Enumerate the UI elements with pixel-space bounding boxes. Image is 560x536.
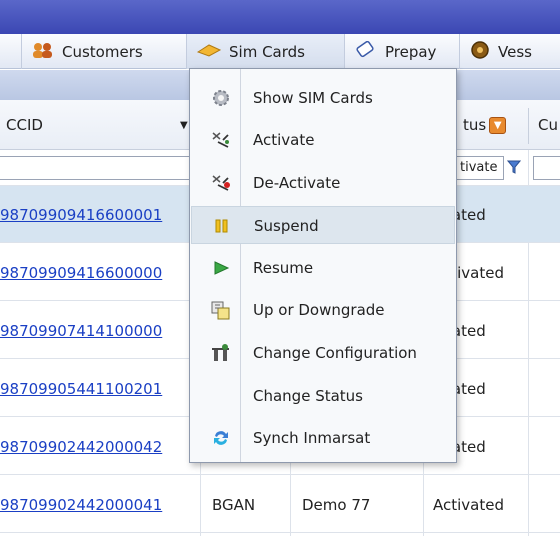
menu-item-up-or-downgrade[interactable]: Up or Downgrade bbox=[191, 291, 455, 329]
customer-filter-input[interactable] bbox=[533, 156, 560, 180]
menu-item-change-configuration[interactable]: Change Configuration bbox=[191, 334, 455, 372]
iccid-cell: 98709902442000042 bbox=[0, 418, 198, 475]
column-menu-icon[interactable]: ▼ bbox=[489, 116, 507, 134]
pause-icon bbox=[212, 216, 232, 236]
play-icon bbox=[211, 258, 231, 278]
iccid-link[interactable]: 98709902442000041 bbox=[0, 496, 162, 514]
iccid-link[interactable]: 98709905441100201 bbox=[0, 380, 162, 398]
status-filter-input[interactable]: tivate bbox=[456, 156, 504, 180]
nav-tab-sim-cards[interactable]: Sim Cards bbox=[187, 34, 345, 69]
sort-arrow-icon: ▼ bbox=[180, 119, 188, 131]
column-header-cu[interactable]: Cu bbox=[532, 100, 560, 150]
iccid-filter-input[interactable] bbox=[0, 156, 190, 180]
iccid-link[interactable]: 98709907414100000 bbox=[0, 322, 162, 340]
menu-item-synch-inmarsat[interactable]: Synch Inmarsat bbox=[191, 419, 455, 457]
nav-tab-vessels[interactable]: Vess bbox=[460, 34, 560, 69]
sim-cards-dropdown-menu: Show SIM Cards Activate De-Activate Susp… bbox=[189, 68, 457, 463]
main-navigation: Customers Sim Cards Prepay Vess bbox=[0, 34, 560, 69]
sync-icon bbox=[211, 428, 231, 448]
gear-icon bbox=[211, 88, 231, 108]
iccid-cell: 98709909416600000 bbox=[0, 244, 198, 301]
customers-icon bbox=[32, 42, 54, 62]
menu-item-de-activate[interactable]: De-Activate bbox=[191, 164, 455, 202]
iccid-cell: 98709907414100000 bbox=[0, 302, 198, 359]
column-header-status[interactable]: tus ▼ bbox=[457, 100, 527, 150]
prepay-icon bbox=[355, 40, 377, 63]
nav-tab-customers[interactable]: Customers bbox=[22, 34, 187, 69]
activate-icon bbox=[211, 130, 231, 150]
iccid-link[interactable]: 98709909416600001 bbox=[0, 206, 162, 224]
vessel-icon bbox=[470, 40, 490, 64]
menu-item-change-status[interactable]: Change Status bbox=[191, 377, 455, 415]
nav-tab-overflow[interactable] bbox=[0, 34, 22, 69]
filter-icon[interactable] bbox=[506, 159, 522, 179]
menu-item-suspend[interactable]: Suspend bbox=[191, 206, 455, 244]
configuration-icon bbox=[211, 343, 231, 363]
iccid-link[interactable]: 98709902442000042 bbox=[0, 438, 162, 456]
iccid-cell: 98709909416600001 bbox=[0, 186, 198, 243]
status-cell: Activated bbox=[433, 495, 504, 514]
upgrade-icon bbox=[211, 300, 231, 320]
iccid-cell: 98709905441100201 bbox=[0, 360, 198, 417]
nav-tab-prepay[interactable]: Prepay bbox=[345, 34, 460, 69]
deactivate-icon bbox=[211, 173, 231, 193]
table-row[interactable]: 98709902442000041 BGAN Demo 77 Activated bbox=[0, 476, 560, 533]
nav-tab-label: Vess bbox=[498, 42, 532, 61]
menu-item-activate[interactable]: Activate bbox=[191, 121, 455, 159]
iccid-link[interactable]: 98709909416600000 bbox=[0, 264, 162, 282]
sim-card-icon bbox=[196, 42, 222, 62]
app-top-bar bbox=[0, 0, 560, 34]
type-cell: BGAN bbox=[212, 495, 256, 514]
menu-item-resume[interactable]: Resume bbox=[191, 249, 455, 287]
nav-tab-label: Customers bbox=[62, 42, 143, 61]
column-header-iccid[interactable]: CCID ▼ bbox=[0, 100, 190, 150]
nav-tab-label: Prepay bbox=[385, 42, 437, 61]
name-cell: Demo 77 bbox=[302, 495, 371, 514]
menu-item-show-sim-cards[interactable]: Show SIM Cards bbox=[191, 79, 455, 117]
column-divider bbox=[528, 108, 529, 144]
nav-tab-label: Sim Cards bbox=[229, 42, 305, 61]
iccid-cell: 98709902442000041 bbox=[0, 476, 198, 533]
